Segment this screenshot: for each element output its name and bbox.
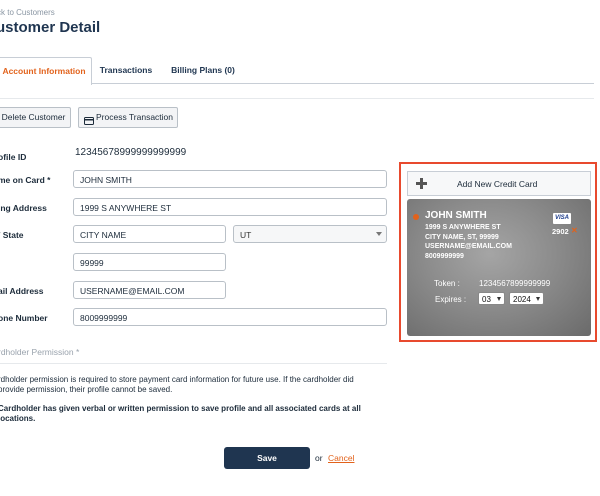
page-title: ustomer Detail [0,19,101,36]
state-select-value: UT [240,230,252,240]
or-text: or [315,453,323,463]
card-phone: 8009999999 [425,253,464,260]
card-status-dot [413,214,419,220]
credit-card-icon [84,113,94,125]
remove-card-icon[interactable]: ✕ [571,226,578,235]
add-new-credit-card-button[interactable]: Add New Credit Card [407,171,591,196]
plus-icon [416,178,427,189]
back-to-customers-link[interactable]: ck to Customers [0,8,55,17]
process-transaction-button[interactable]: Process Transaction [78,107,178,128]
chevron-down-icon [536,297,540,301]
visa-logo-icon: VISA [553,213,571,224]
expiry-month-select[interactable]: 03 [478,292,505,305]
city-input[interactable]: CITY NAME [73,225,226,243]
state-select[interactable]: UT [233,225,387,243]
cancel-link[interactable]: Cancel [328,453,354,463]
email-input[interactable]: USERNAME@EMAIL.COM [73,281,226,299]
save-button[interactable]: Save [224,447,310,469]
chevron-down-icon [376,232,382,236]
name-on-card-label: me on Card * [0,175,51,185]
tab-transactions[interactable]: Transactions [96,57,156,84]
billing-address-label: ing Address [0,203,47,213]
add-new-credit-card-label: Add New Credit Card [457,179,538,189]
cardholder-permission-heading: rdholder Permission * [0,347,80,357]
zip-input[interactable]: 99999 [73,253,226,271]
cardholder-permission-text: rdholder permission is required to store… [0,375,354,394]
saved-credit-card[interactable]: JOHN SMITH 1999 S ANYWHERE ST CITY NAME,… [407,199,591,336]
chevron-down-icon [497,297,501,301]
token-value: 1234567899999999 [479,279,551,288]
delete-customer-button[interactable]: Delete Customer [0,107,71,128]
card-last-four: 2902 [552,227,569,236]
permission-divider [0,363,387,364]
phone-number-input[interactable]: 8009999999 [73,308,387,326]
profile-id-label: ofile ID [0,152,27,162]
card-address-line2: CITY NAME, ST, 99999 [425,234,499,241]
expires-label: Expires : [435,295,467,304]
billing-address-input[interactable]: 1999 S ANYWHERE ST [73,198,387,216]
expiry-year-select[interactable]: 2024 [509,292,544,305]
process-transaction-label: Process Transaction [96,112,174,122]
expiry-year-value: 2024 [513,295,531,304]
token-label: Token : [434,279,460,288]
expiry-month-value: 03 [482,295,491,304]
tab-billing-plans[interactable]: Billing Plans (0) [168,57,238,84]
profile-id-value: 12345678999999999999 [75,147,187,158]
card-email: USERNAME@EMAIL.COM [425,243,512,250]
toolbar-divider [0,98,594,99]
city-state-label: / State [0,230,24,240]
card-holder-name: JOHN SMITH [425,210,487,221]
phone-number-label: one Number [0,313,48,323]
email-address-label: ail Address [0,286,44,296]
cardholder-permission-checkbox-label[interactable]: Cardholder has given verbal or written p… [0,404,378,423]
credit-card-panel: Add New Credit Card JOHN SMITH 1999 S AN… [399,162,597,342]
tab-account-information[interactable]: Account Information [0,57,92,85]
card-address-line1: 1999 S ANYWHERE ST [425,224,501,231]
name-on-card-input[interactable]: JOHN SMITH [73,170,387,188]
